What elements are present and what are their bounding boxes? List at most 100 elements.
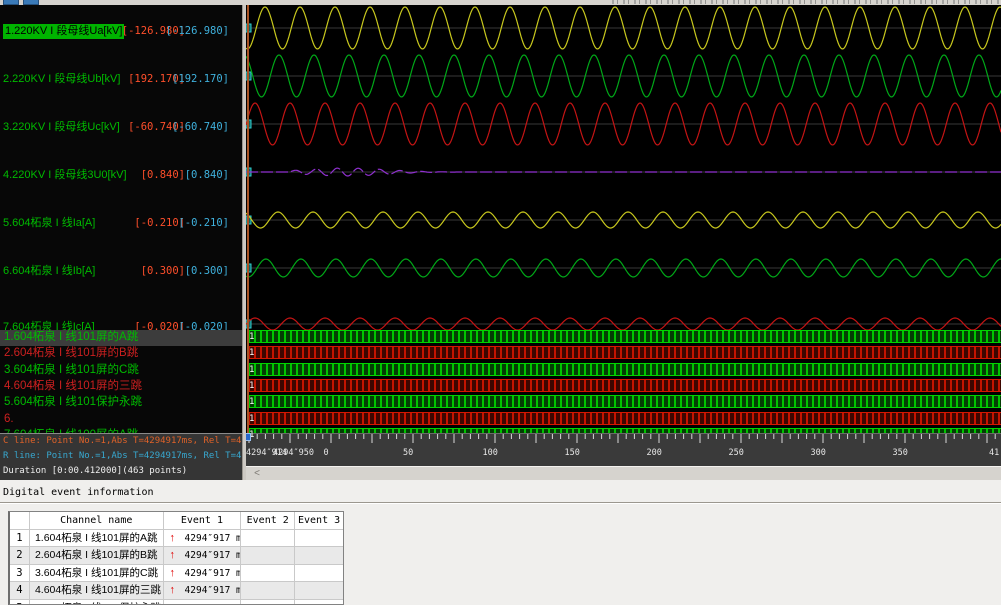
digital-channel-row[interactable]: 6. bbox=[0, 412, 242, 428]
digital-trace-area[interactable]: 1111111 bbox=[246, 330, 1001, 433]
event-1-cell: ↑4294″917 ms bbox=[164, 530, 242, 547]
event-3-cell bbox=[295, 600, 343, 605]
waveform-plot-area[interactable]: 1111111 4294″9144294″9500501001502002503… bbox=[246, 5, 1001, 480]
table-row[interactable]: 11.604柘泉 I 线101屏的A跳↑4294″917 ms bbox=[10, 530, 343, 548]
channel-name-cell: 4.604柘泉 I 线101屏的三跳 bbox=[30, 582, 164, 599]
digital-event-table: Channel nameEvent 1Event 2Event 311.604柘… bbox=[8, 511, 344, 605]
event-1-cell: ↑ 4294″917 ms bbox=[164, 582, 242, 599]
c-cursor-value: [-0.210] bbox=[134, 216, 185, 231]
waveform-viewer-window: 1.220KV I 段母线Ua[kV][-126.980][-126.980] 2… bbox=[0, 0, 1001, 605]
analog-channel-row[interactable]: 6.604柘泉 I 线Ib[A] [0.300][0.300] bbox=[0, 264, 242, 280]
analog-channel-row[interactable]: 5.604柘泉 I 线Ia[A] [-0.210][-0.210] bbox=[0, 216, 242, 232]
header-event-2: Event 2 bbox=[241, 512, 295, 529]
axis-tick-label: 0 bbox=[324, 448, 329, 458]
c-cursor-value: [0.300] bbox=[141, 264, 185, 279]
digital-state-value: 1 bbox=[249, 331, 254, 343]
event-time-value: 4294″917 ms bbox=[185, 582, 242, 599]
horizontal-scrollbar[interactable]: < bbox=[246, 466, 1001, 480]
event-3-cell bbox=[295, 547, 343, 564]
time-axis-ruler[interactable]: 4294″9144294″95005010015020025030035041 bbox=[246, 433, 1001, 466]
analog-channel-row[interactable]: 2.220KV I 段母线Ub[kV][192.170][192.170] bbox=[0, 72, 242, 88]
analog-channel-label: 5.604柘泉 I 线Ia[A] bbox=[3, 216, 95, 231]
event-3-cell bbox=[295, 565, 343, 582]
digital-state-value: 1 bbox=[249, 413, 254, 425]
digital-state-value: 1 bbox=[249, 364, 254, 376]
analog-waveform-plot[interactable] bbox=[246, 5, 1001, 330]
row-number: 4 bbox=[10, 582, 30, 599]
axis-tick-label: 150 bbox=[565, 448, 580, 458]
channel-list-panel: 1.220KV I 段母线Ua[kV][-126.980][-126.980] 2… bbox=[0, 5, 242, 480]
section-title: Digital event information bbox=[3, 487, 154, 498]
channel-name-cell: 1.604柘泉 I 线101屏的A跳 bbox=[30, 530, 164, 547]
digital-channel-row[interactable]: 4.604柘泉 I 线101屏的三跳 bbox=[0, 379, 242, 395]
event-time-value: 4294″917 ms bbox=[185, 600, 242, 605]
digital-channel-row[interactable]: 2.604柘泉 I 线101屏的B跳 bbox=[0, 346, 242, 362]
digital-trace-bar[interactable]: 1 bbox=[248, 395, 1001, 408]
header-num bbox=[10, 512, 30, 529]
rising-edge-icon: ↑ bbox=[170, 600, 176, 605]
event-1-cell: ↑4294″917 ms bbox=[164, 565, 242, 582]
table-row[interactable]: 33.604柘泉 I 线101屏的C跳↑4294″917 ms bbox=[10, 565, 343, 583]
channel-name-cell: 2.604柘泉 I 线101屏的B跳 bbox=[30, 547, 164, 564]
digital-channel-row[interactable]: 3.604柘泉 I 线101屏的C跳 bbox=[0, 363, 242, 379]
digital-trace-bar[interactable]: 1 bbox=[248, 363, 1001, 376]
r-cursor-value: [-60.740] bbox=[172, 120, 229, 135]
row-number: 3 bbox=[10, 565, 30, 582]
digital-trace-bar[interactable]: 1 bbox=[248, 346, 1001, 359]
digital-state-value: 1 bbox=[249, 347, 254, 359]
event-2-cell bbox=[241, 600, 295, 605]
r-cursor-value: [0.300] bbox=[185, 264, 229, 279]
digital-trace-bar[interactable]: 1 bbox=[248, 379, 1001, 392]
r-cursor-value: [192.170] bbox=[172, 72, 229, 87]
analog-channel-row[interactable]: 4.220KV I 段母线3U0[kV][0.840][0.840] bbox=[0, 168, 242, 184]
axis-tick-label: 100 bbox=[483, 448, 498, 458]
table-row[interactable]: 44.604柘泉 I 线101屏的三跳 ↑ 4294″917 ms bbox=[10, 582, 343, 600]
axis-tick-label: 350 bbox=[893, 448, 908, 458]
table-header-row: Channel nameEvent 1Event 2Event 3 bbox=[10, 512, 343, 530]
table-row[interactable]: 22.604柘泉 I 线101屏的B跳↑4294″917 ms bbox=[10, 547, 343, 565]
scroll-left-button[interactable]: < bbox=[250, 467, 264, 480]
c-cursor-handle[interactable] bbox=[246, 433, 251, 441]
axis-tick-label: 200 bbox=[647, 448, 662, 458]
event-3-cell bbox=[295, 582, 343, 599]
row-number: 1 bbox=[10, 530, 30, 547]
digital-channel-row[interactable]: 1.604柘泉 I 线101屏的A跳 bbox=[0, 330, 242, 346]
digital-channel-row[interactable]: 5.604柘泉 I 线101保护永跳 bbox=[0, 395, 242, 411]
digital-trace-bar[interactable]: 1 bbox=[248, 330, 1001, 343]
analog-channel-row[interactable]: 1.220KV I 段母线Ua[kV][-126.980][-126.980] bbox=[0, 24, 242, 40]
duration-status: Duration [0:00.412000](463 points) bbox=[3, 464, 242, 479]
rising-edge-icon: ↑ bbox=[170, 582, 176, 599]
header-event-3: Event 3 bbox=[295, 512, 343, 529]
digital-state-value: 1 bbox=[249, 396, 254, 408]
analog-channel-label: 6.604柘泉 I 线Ib[A] bbox=[3, 264, 95, 279]
header-channel-name: Channel name bbox=[30, 512, 164, 529]
analog-channel-label: 4.220KV I 段母线3U0[kV] bbox=[3, 168, 127, 183]
cursor-status-panel: C line: Point No.=1,Abs T=4294917ms, Rel… bbox=[0, 433, 242, 480]
event-2-cell bbox=[241, 530, 295, 547]
c-cursor-line[interactable] bbox=[247, 5, 249, 433]
c-line-status: C line: Point No.=1,Abs T=4294917ms, Rel… bbox=[3, 434, 242, 449]
event-2-cell bbox=[241, 547, 295, 564]
analog-channel-row[interactable]: 3.220KV I 段母线Uc[kV][-60.740][-60.740] bbox=[0, 120, 242, 136]
event-time-value: 4294″917 ms bbox=[185, 530, 242, 547]
c-cursor-value: [0.840] bbox=[141, 168, 185, 183]
event-1-cell: ↑ 4294″917 ms bbox=[164, 600, 242, 605]
r-line-status: R line: Point No.=1,Abs T=4294917ms, Rel… bbox=[3, 449, 242, 464]
digital-trace-bar[interactable]: 1 bbox=[248, 412, 1001, 425]
window-title-fragment bbox=[612, 0, 999, 4]
axis-tick-label: 50 bbox=[403, 448, 413, 458]
r-cursor-value: [-0.210] bbox=[178, 216, 229, 231]
row-number: 5 bbox=[10, 600, 30, 605]
event-3-cell bbox=[295, 530, 343, 547]
section-separator bbox=[0, 502, 1001, 504]
event-info-section: Digital event information Channel nameEv… bbox=[0, 480, 1001, 605]
axis-tick-label: 41 bbox=[989, 448, 999, 458]
channel-name-cell: 5.604柘泉 I 线101保护永跳 bbox=[30, 600, 164, 605]
analog-channel-label: 1.220KV I 段母线Ua[kV] bbox=[3, 24, 124, 39]
event-1-cell: ↑4294″917 ms bbox=[164, 547, 242, 564]
analog-channel-label: 3.220KV I 段母线Uc[kV] bbox=[3, 120, 120, 135]
row-number: 2 bbox=[10, 547, 30, 564]
event-time-value: 4294″917 ms bbox=[185, 565, 242, 582]
table-row[interactable]: 55.604柘泉 I 线101保护永跳 ↑ 4294″917 ms bbox=[10, 600, 343, 605]
axis-tick-label: 300 bbox=[811, 448, 826, 458]
